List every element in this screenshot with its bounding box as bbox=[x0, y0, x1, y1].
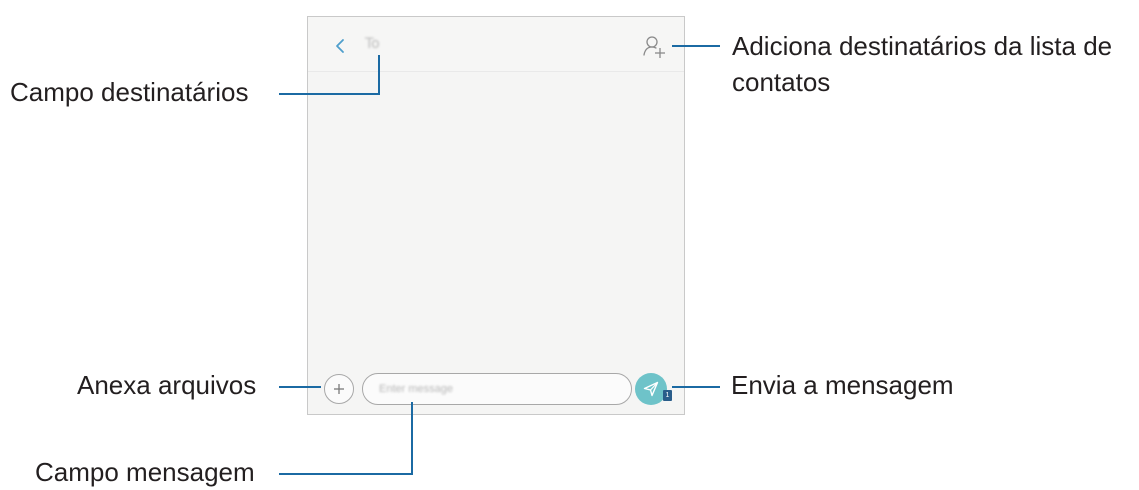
callout-add-recipients-line2: contatos bbox=[732, 67, 831, 97]
callout-line-add-recipients bbox=[672, 45, 720, 47]
compose-footer: Enter message 1 bbox=[308, 365, 684, 414]
add-contact-icon[interactable] bbox=[641, 34, 667, 60]
attach-button[interactable] bbox=[324, 374, 354, 404]
phone-screen: To Enter message 1 bbox=[307, 16, 685, 415]
callout-line-attach bbox=[279, 386, 321, 388]
callout-attach-files: Anexa arquivos bbox=[77, 370, 257, 400]
message-placeholder: Enter message bbox=[379, 383, 453, 395]
recipients-field[interactable]: To bbox=[365, 36, 380, 52]
message-input[interactable]: Enter message bbox=[362, 373, 632, 405]
back-arrow-icon[interactable] bbox=[333, 35, 347, 57]
plus-icon bbox=[334, 384, 344, 394]
sim-badge: 1 bbox=[663, 390, 672, 401]
callout-line-recipients-v bbox=[378, 55, 380, 95]
callout-send-message: Envia a mensagem bbox=[731, 370, 954, 400]
callout-line-recipients-h bbox=[279, 93, 380, 95]
callout-message-field: Campo mensagem bbox=[35, 457, 255, 487]
callout-line-message-h bbox=[279, 473, 413, 475]
send-icon bbox=[643, 381, 659, 397]
callout-line-message-v bbox=[411, 402, 413, 475]
compose-header: To bbox=[308, 17, 684, 72]
callout-add-recipients-line1: Adiciona destinatários da lista de bbox=[732, 31, 1113, 61]
callout-line-send bbox=[672, 386, 720, 388]
callout-recipients-field: Campo destinatários bbox=[10, 77, 249, 107]
